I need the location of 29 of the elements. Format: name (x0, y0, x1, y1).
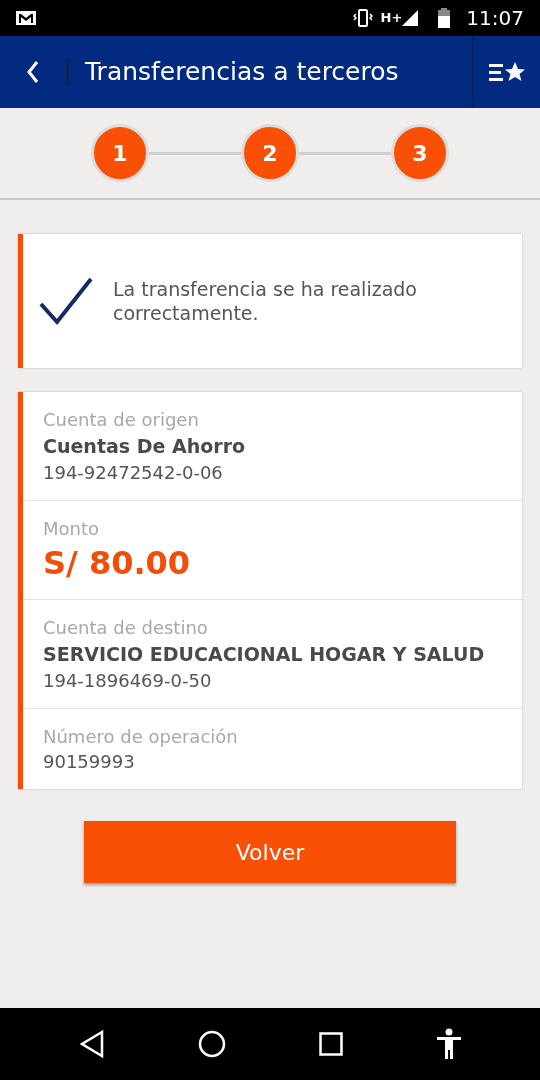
account-name: SERVICIO EDUCACIONAL HOGAR Y SALUD (43, 642, 486, 667)
screen-title: Transferencias a terceros (85, 56, 400, 89)
signal-icon (402, 10, 419, 26)
accessibility-icon[interactable] (435, 1028, 462, 1060)
battery-icon (438, 8, 451, 28)
nav-back-icon[interactable] (78, 1030, 105, 1058)
success-message: La transferencia se ha realizado correctamente. (113, 277, 418, 325)
back-icon (26, 60, 40, 84)
account-name: Cuentas De Ahorro (43, 434, 247, 459)
list-star-icon (489, 60, 525, 84)
checkmark-icon (39, 276, 93, 326)
field-label: Cuenta de destino (43, 616, 209, 640)
amount: S/ 80.00 (43, 543, 192, 584)
field-label: Monto (43, 517, 101, 541)
account-number: 194-92472542-0-06 (43, 461, 224, 485)
account-number: 194-1896469-0-50 (43, 669, 213, 693)
clock: 11:07 (466, 5, 524, 32)
field-value: 90159993 (43, 750, 136, 774)
step-indicator: 1 (91, 124, 149, 182)
step-indicator: 2 (241, 124, 299, 182)
recents-icon[interactable] (318, 1032, 343, 1056)
back-action-button[interactable]: Volver (84, 821, 456, 883)
mail-icon (16, 11, 36, 25)
vibrate-icon (352, 9, 373, 27)
field-label: Cuenta de origen (43, 408, 200, 432)
home-icon[interactable] (197, 1030, 226, 1058)
step-indicator: 3 (391, 124, 449, 182)
field-label: Número de operación (43, 725, 239, 749)
network-type: H+ (380, 9, 403, 28)
